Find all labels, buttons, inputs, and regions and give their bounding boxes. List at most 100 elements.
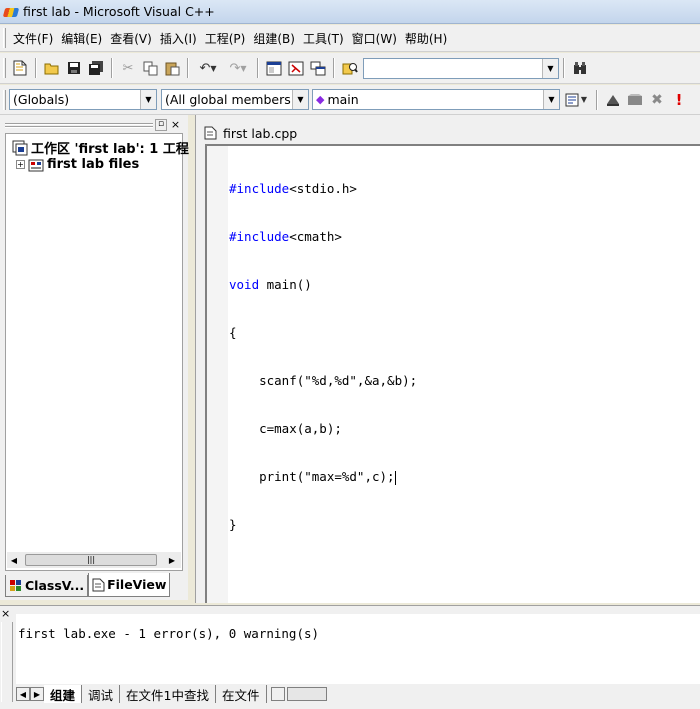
copy-icon[interactable] [139, 57, 161, 79]
output-hscroll-thumb[interactable] [286, 687, 327, 701]
toolbar-separator [563, 58, 565, 78]
classview-icon [10, 580, 21, 591]
find-in-files-icon[interactable] [339, 57, 361, 79]
menu-edit[interactable]: 编辑(E) [57, 27, 106, 50]
tab-debug[interactable]: 调试 [82, 685, 121, 703]
menu-help[interactable]: 帮助(H) [401, 27, 451, 50]
new-file-icon[interactable] [9, 57, 31, 79]
class-combo[interactable]: (Globals) ▼ [9, 89, 157, 110]
find-binoculars-icon[interactable] [569, 57, 591, 79]
tab-fileview[interactable]: FileView [88, 573, 171, 597]
menu-insert[interactable]: 插入(I) [156, 27, 201, 50]
tree-project-label: first lab files [47, 157, 140, 172]
code-line: { [229, 325, 237, 340]
chevron-down-icon[interactable]: ▼ [542, 58, 558, 78]
close-icon[interactable]: × [1, 608, 10, 619]
compile-icon[interactable] [602, 89, 624, 111]
scroll-right-icon[interactable]: ▶ [165, 556, 179, 565]
output-grip[interactable] [1, 622, 13, 702]
toolbar-grip[interactable] [3, 58, 6, 78]
tab-scroll-right-icon[interactable]: ▶ [30, 687, 44, 701]
tab-classview-label: ClassV... [25, 578, 85, 593]
output-text[interactable]: first lab.exe - 1 error(s), 0 warning(s) [16, 614, 700, 684]
menu-bar: 文件(F) 编辑(E) 查看(V) 插入(I) 工程(P) 组建(B) 工具(T… [0, 25, 700, 52]
menu-tools[interactable]: 工具(T) [299, 27, 348, 50]
workspace-pane-header: ▫ × [5, 119, 183, 131]
menu-view[interactable]: 查看(V) [106, 27, 156, 50]
save-icon[interactable] [63, 57, 85, 79]
text-caret [394, 470, 396, 485]
tree-root-item[interactable]: 工作区 'first lab': 1 工程 [12, 138, 189, 157]
tab-find-in-files-2[interactable]: 在文件 [216, 685, 267, 703]
open-folder-icon[interactable] [41, 57, 63, 79]
tab-find-in-files-1[interactable]: 在文件1中查找 [120, 685, 216, 703]
scrollbar-thumb[interactable]: ||| [25, 554, 157, 566]
toolbar-separator [257, 58, 259, 78]
toolbar-separator [596, 89, 598, 110]
toolbar-separator [111, 58, 113, 78]
code-line: #include<cmath> [229, 229, 342, 244]
wizard-actions-icon[interactable]: ▼ [560, 89, 592, 111]
toolbar-separator [35, 58, 37, 78]
output-hscroll-button[interactable] [270, 687, 285, 701]
menu-window[interactable]: 窗口(W) [348, 27, 401, 50]
output-pane: × first lab.exe - 1 error(s), 0 warning(… [0, 605, 700, 709]
code-line: scanf("%d,%d",&a,&b); [229, 373, 418, 388]
pane-restore-icon[interactable]: ▫ [155, 119, 167, 131]
tab-build[interactable]: 组建 [44, 685, 83, 703]
output-window-icon[interactable] [285, 57, 307, 79]
members-combo-value: (All global members [165, 92, 291, 107]
cpp-file-icon [204, 126, 217, 140]
execute-icon[interactable]: ! [668, 89, 690, 111]
toolbar-separator [333, 58, 335, 78]
paste-icon[interactable] [161, 57, 183, 79]
menu-build[interactable]: 组建(B) [249, 27, 299, 50]
scroll-left-icon[interactable]: ◀ [7, 556, 21, 565]
menu-file[interactable]: 文件(F) [9, 27, 57, 50]
tab-classview[interactable]: ClassV... [5, 575, 89, 597]
stop-build-icon[interactable]: ✖ [646, 89, 668, 111]
cut-icon[interactable]: ✂ [117, 57, 139, 79]
function-combo[interactable]: ◆ main ▼ [312, 89, 560, 110]
chevron-down-icon[interactable]: ▼ [292, 90, 308, 109]
editor-gutter [207, 146, 228, 603]
visual-cpp-app-icon [3, 4, 19, 20]
code-editor[interactable]: #include<stdio.h> #include<cmath> void m… [205, 144, 700, 603]
tab-scroll-left-icon[interactable]: ◀ [16, 687, 30, 701]
workspace-hscrollbar[interactable]: ◀ ||| ▶ [7, 552, 181, 568]
build-result-message: first lab.exe - 1 error(s), 0 warning(s) [18, 626, 320, 641]
chevron-down-icon[interactable]: ▼ [140, 90, 156, 109]
workspace-window-icon[interactable] [263, 57, 285, 79]
output-tabs: ◀ ▶ 组建 调试 在文件1中查找 在文件 [16, 684, 700, 704]
workspace-icon [12, 140, 28, 155]
code-line: c=max(a,b); [229, 421, 342, 436]
menubar-grip[interactable] [3, 28, 6, 48]
document-tab-label: first lab.cpp [223, 125, 298, 141]
document-tab[interactable]: first lab.cpp [204, 122, 354, 144]
toolbar-grip[interactable] [3, 89, 6, 110]
workspace-tree: 工作区 'first lab': 1 工程 + first lab files … [5, 133, 189, 571]
title-bar: first lab - Microsoft Visual C++ [0, 0, 700, 24]
expand-plus-icon[interactable]: + [16, 160, 25, 169]
find-combo[interactable]: ▼ [363, 57, 559, 79]
close-icon[interactable]: × [169, 119, 182, 131]
tab-fileview-label: FileView [107, 577, 167, 592]
members-combo[interactable]: (All global members ▼ [161, 89, 309, 110]
window-title: first lab - Microsoft Visual C++ [23, 4, 215, 19]
code-text[interactable]: #include<stdio.h> #include<cmath> void m… [229, 149, 417, 565]
window-list-icon[interactable] [307, 57, 329, 79]
standard-toolbar: ✂ ↶ ▼ ↷ ▼ ▼ [0, 53, 700, 84]
code-line: #include<stdio.h> [229, 181, 357, 196]
code-line: print("max=%d",c); [229, 469, 396, 485]
tree-project-item[interactable]: + first lab files [16, 157, 139, 172]
wizard-toolbar: (Globals) ▼ (All global members ▼ ◆ main… [0, 85, 700, 115]
menu-project[interactable]: 工程(P) [201, 27, 250, 50]
build-icon[interactable] [624, 89, 646, 111]
save-all-icon[interactable] [85, 57, 107, 79]
undo-icon[interactable]: ↶ ▼ [193, 57, 223, 79]
redo-icon[interactable]: ↷ ▼ [223, 57, 253, 79]
chevron-down-icon[interactable]: ▼ [543, 90, 559, 109]
fileview-icon [92, 578, 105, 591]
project-files-icon [28, 159, 44, 171]
workspace-tabs: ClassV... FileView [5, 573, 183, 597]
